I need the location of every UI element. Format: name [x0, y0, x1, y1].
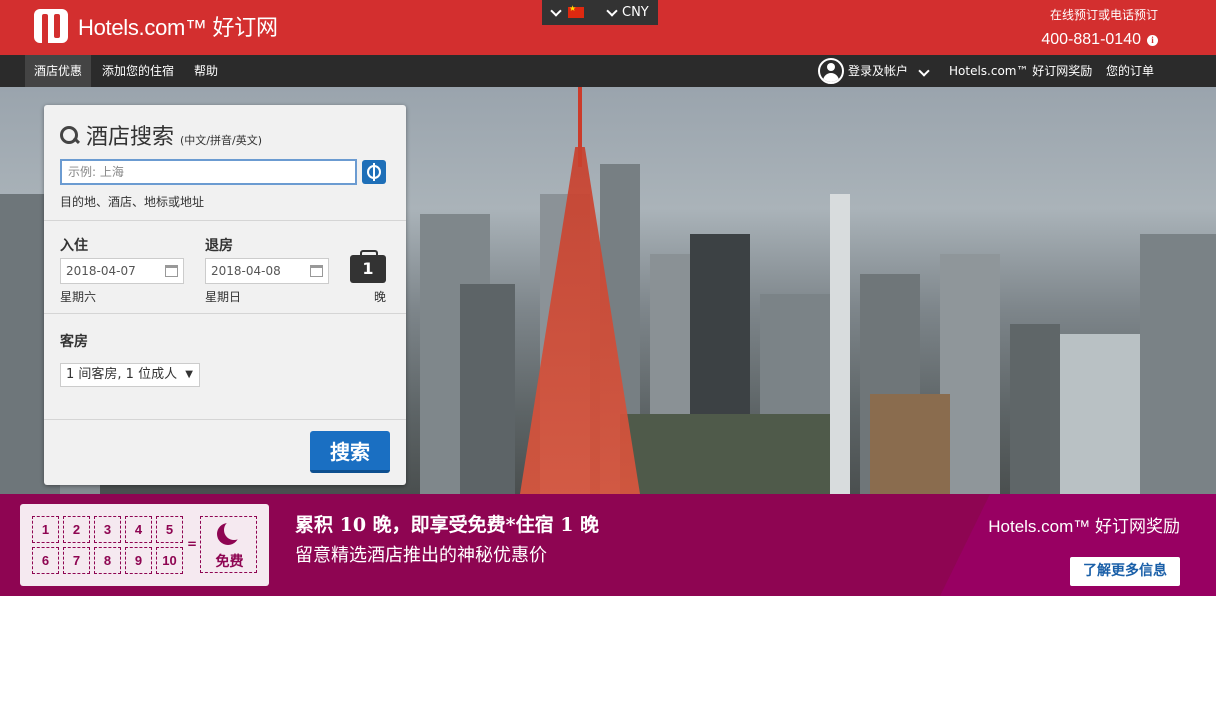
rooms-guests-select[interactable]: 1 间客房, 1 位成人 ▼ — [60, 363, 200, 387]
nights-stamp-card: 1 2 3 4 5 6 7 8 9 10 = 免费 — [20, 504, 269, 586]
nav-login[interactable]: 登录及帐户 — [839, 55, 937, 87]
stamp-cell: 1 — [32, 516, 59, 543]
chevron-down-icon — [918, 65, 930, 77]
hotel-search-panel: 酒店搜索 (中文/拼音/英文) 目的地、酒店、地标或地址 入住 退房 2018-… — [44, 105, 406, 485]
stamp-cell: 4 — [125, 516, 152, 543]
stamp-cell: 7 — [63, 547, 90, 574]
nav-help[interactable]: 帮助 — [185, 55, 227, 87]
calendar-icon[interactable] — [310, 265, 323, 277]
search-title: 酒店搜索 — [86, 125, 175, 150]
chevron-down-icon[interactable] — [550, 4, 562, 17]
calendar-icon[interactable] — [165, 265, 178, 277]
stamp-cell: 9 — [125, 547, 152, 574]
checkout-weekday: 星期日 — [205, 290, 242, 304]
locale-selector[interactable]: CNY — [542, 0, 658, 25]
locate-me-icon[interactable] — [362, 160, 386, 184]
destination-input[interactable] — [60, 159, 357, 185]
nights-count-badge: 1 — [350, 250, 386, 283]
divider — [44, 419, 406, 420]
rooms-label: 客房 — [60, 334, 88, 350]
nav-orders[interactable]: 您的订单 — [1097, 55, 1163, 87]
rewards-brand: Hotels.com™ 好订网奖励 — [988, 517, 1180, 536]
nav-add-property[interactable]: 添加您的住宿 — [93, 55, 183, 87]
learn-more-button[interactable]: 了解更多信息 — [1070, 557, 1180, 586]
search-button[interactable]: 搜索 — [310, 431, 390, 473]
divider — [44, 313, 406, 314]
nav-bar: 酒店优惠 添加您的住宿 帮助 登录及帐户 Hotels.com™ 好订网奖励 您… — [0, 55, 1216, 87]
checkin-date-field[interactable]: 2018-04-07 — [60, 258, 184, 284]
phone-booking: 在线预订或电话预订 400-881-0140 i — [1041, 6, 1158, 49]
checkin-weekday: 星期六 — [60, 290, 97, 304]
promo-subtitle: 留意精选酒店推出的神秘优惠价 — [295, 545, 547, 566]
promo-title: 累积 10 晚，即享受免费*住宿 1 晚 — [295, 514, 600, 536]
nav-login-label: 登录及帐户 — [848, 64, 909, 78]
brand-name: Hotels.com™ 好订网 — [78, 15, 278, 40]
top-header: Hotels.com™ 好订网 CNY 在线预订或电话预订 400-881-01… — [0, 0, 1216, 55]
checkin-label: 入住 — [60, 238, 88, 254]
destination-hint: 目的地、酒店、地标或地址 — [60, 195, 205, 209]
search-header: 酒店搜索 (中文/拼音/英文) — [60, 119, 262, 151]
phone-label: 在线预订或电话预订 — [1049, 8, 1158, 22]
phone-number: 400-881-0140 i — [1041, 31, 1158, 49]
hotels-logo-icon — [34, 9, 68, 43]
info-icon[interactable]: i — [1147, 34, 1158, 46]
nav-hotel-deals[interactable]: 酒店优惠 — [25, 55, 92, 87]
dropdown-arrow-icon: ▼ — [185, 369, 193, 380]
hotels-logo[interactable]: Hotels.com™ 好订网 — [34, 9, 278, 43]
free-night-cell: 免费 — [200, 516, 257, 573]
checkout-date-field[interactable]: 2018-04-08 — [205, 258, 329, 284]
stamp-cell: 2 — [63, 516, 90, 543]
free-label: 免费 — [215, 554, 244, 570]
rewards-promo-banner[interactable]: 1 2 3 4 5 6 7 8 9 10 = 免费 累积 10 晚，即享受免费*… — [0, 494, 1216, 596]
china-flag-icon — [568, 4, 584, 18]
checkout-date-value: 2018-04-08 — [211, 264, 281, 278]
nights-label: 晚 — [374, 290, 387, 304]
stamp-cell: 5 — [156, 516, 183, 543]
rooms-guests-value: 1 间客房, 1 位成人 — [66, 367, 178, 382]
checkout-label: 退房 — [205, 238, 233, 254]
moon-icon — [217, 520, 244, 545]
stamp-cell: 3 — [94, 516, 121, 543]
equals-sign: = — [187, 537, 198, 551]
search-icon — [60, 126, 80, 146]
currency-label[interactable]: CNY — [622, 5, 649, 20]
nav-rewards[interactable]: Hotels.com™ 好订网奖励 — [940, 55, 1101, 87]
search-subtitle: (中文/拼音/英文) — [180, 134, 263, 147]
checkin-date-value: 2018-04-07 — [66, 264, 136, 278]
chevron-down-icon[interactable] — [606, 4, 618, 17]
stamp-cell: 10 — [156, 547, 183, 574]
stamp-cell: 8 — [94, 547, 121, 574]
divider — [44, 220, 406, 221]
phone-number-text: 400-881-0140 — [1041, 31, 1141, 48]
stamp-cell: 6 — [32, 547, 59, 574]
